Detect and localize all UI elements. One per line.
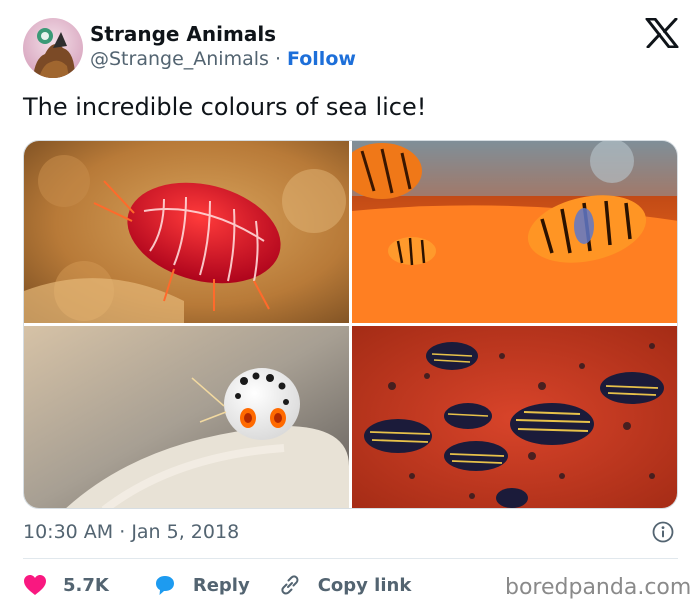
tweet-timestamp[interactable]: 10:30 AM · Jan 5, 2018 [23,521,239,543]
info-icon[interactable] [652,521,674,543]
copy-link-label: Copy link [317,574,412,596]
reply-label: Reply [192,574,250,596]
x-logo-icon[interactable] [645,17,679,49]
photo-orange-striped-sea-lice[interactable] [352,141,677,323]
timestamp-separator: · [113,521,132,543]
tweet-date: Jan 5, 2018 [131,521,240,543]
heart-icon [23,574,47,596]
photo-white-spotted-sea-louse[interactable] [24,326,349,508]
link-icon [278,574,302,596]
photo-grid [23,140,678,509]
reply-bubble-icon [153,574,177,596]
photo-blue-striped-sea-lice[interactable] [352,326,677,508]
divider [23,558,678,559]
photo-red-sea-louse[interactable] [24,141,349,323]
follow-button[interactable]: Follow [287,48,356,70]
tweet-time: 10:30 AM [23,521,114,543]
handle-row: @Strange_Animals · Follow [90,48,356,70]
reply-button[interactable]: Reply [153,574,250,596]
handle-separator: · [268,48,288,70]
avatar[interactable] [23,18,83,78]
user-handle[interactable]: @Strange_Animals [90,48,269,70]
tweet-card: Strange Animals @Strange_Animals · Follo… [0,0,700,612]
watermark: boredpanda.com [505,575,692,600]
action-bar: 5.7K Reply Copy link [23,570,411,600]
tweet-text: The incredible colours of sea lice! [23,93,427,121]
like-button[interactable]: 5.7K [23,574,109,596]
display-name[interactable]: Strange Animals [90,22,276,46]
likes-count: 5.7K [63,574,109,596]
copy-link-button[interactable]: Copy link [278,574,412,596]
